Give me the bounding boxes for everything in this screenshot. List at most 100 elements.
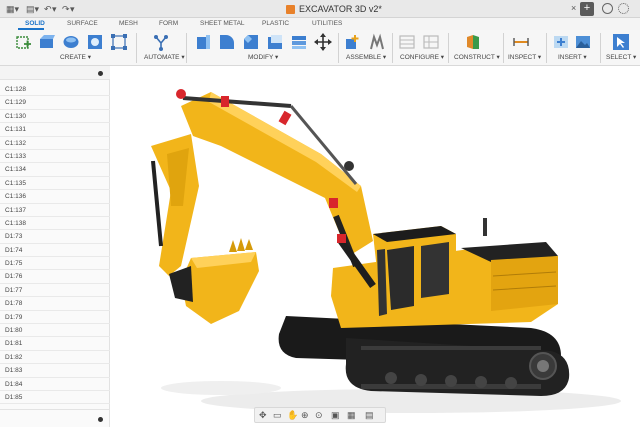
select-menu[interactable]: SELECT ▾ (606, 53, 636, 62)
pattern-icon[interactable] (110, 33, 128, 51)
move-icon[interactable] (314, 33, 332, 51)
app-menu-icon[interactable]: ▦▾ (6, 3, 19, 15)
fillet-icon[interactable] (218, 33, 236, 51)
ribbon-separator (392, 33, 393, 63)
ribbon-separator (546, 33, 547, 63)
browser-item[interactable]: D1:77 (0, 284, 110, 298)
insert-derive-icon[interactable] (552, 33, 570, 51)
browser-item[interactable]: D1:78 (0, 297, 110, 311)
insert-image-icon[interactable] (574, 33, 592, 51)
component-tree: C1:128 C1:129 C1:130 C1:131 C1:132 C1:133 C1:1… (0, 83, 110, 405)
tab-surface[interactable]: SURFACE (67, 19, 98, 29)
grid-settings-icon[interactable]: ▦ (347, 410, 356, 421)
pin-icon[interactable] (98, 417, 103, 422)
configuration-table-icon[interactable] (422, 33, 440, 51)
counterweight (491, 256, 558, 311)
browser-item[interactable]: D1:73 (0, 230, 110, 244)
tab-plastic[interactable]: PLASTIC (262, 19, 289, 29)
browser-item[interactable]: D1:80 (0, 324, 110, 338)
browser-item[interactable]: C1:131 (0, 123, 110, 137)
tab-mesh[interactable]: MESH (119, 19, 138, 29)
browser-item[interactable]: C1:128 (0, 83, 110, 97)
ribbon-separator (136, 33, 137, 63)
workspace-tabs: SOLID SURFACE MESH FORM SHEET METAL PLAS… (0, 18, 640, 30)
tab-form[interactable]: FORM (159, 19, 178, 29)
browser-item[interactable]: C1:133 (0, 150, 110, 164)
browser-item[interactable]: C1:132 (0, 137, 110, 150)
browser-item[interactable]: C1:130 (0, 110, 110, 124)
pin-icon[interactable] (98, 71, 103, 76)
browser-item[interactable]: C1:135 (0, 177, 110, 191)
new-tab-button[interactable]: + (580, 2, 594, 16)
combine-icon[interactable] (290, 33, 308, 51)
insert-menu[interactable]: INSERT ▾ (558, 53, 587, 62)
canvas-viewport[interactable] (111, 66, 640, 427)
browser-item[interactable]: C1:138 (0, 217, 110, 231)
zoom-icon[interactable]: ⊕ (301, 410, 309, 421)
hole-icon[interactable] (86, 33, 104, 51)
browser-item[interactable]: C1:134 (0, 163, 110, 177)
ribbon-separator (600, 33, 601, 63)
fit-icon[interactable]: ⊙ (315, 410, 323, 421)
undo-dropdown-icon[interactable]: ▾ (52, 3, 57, 15)
cab-window-front (387, 246, 414, 310)
measure-icon[interactable] (512, 33, 530, 51)
automate-icon[interactable] (152, 33, 170, 51)
browser-item[interactable]: D1:75 (0, 257, 110, 271)
job-status-icon[interactable] (618, 3, 629, 14)
browser-item[interactable]: C1:136 (0, 190, 110, 204)
document-tab[interactable]: EXCAVATOR 3D v2* (286, 3, 382, 15)
browser-item[interactable]: D1:85 (0, 391, 110, 405)
orbit-icon[interactable]: ✥ (259, 410, 267, 421)
ribbon-separator (448, 33, 449, 63)
excavator-model[interactable] (111, 66, 640, 427)
document-icon (286, 4, 295, 14)
file-menu-icon[interactable]: ▤▾ (26, 3, 39, 15)
display-settings-icon[interactable]: ▣ (331, 410, 340, 421)
close-tab-icon[interactable]: × (571, 3, 576, 13)
configure-icon[interactable] (398, 33, 416, 51)
pan-icon[interactable]: ✋ (287, 410, 298, 421)
select-icon[interactable] (612, 33, 630, 51)
browser-item[interactable]: D1:82 (0, 351, 110, 365)
viewports-icon[interactable]: ▤ (365, 410, 374, 421)
extensions-icon[interactable] (602, 3, 613, 14)
create-menu[interactable]: CREATE ▾ (60, 53, 91, 62)
automate-menu[interactable]: AUTOMATE ▾ (144, 53, 185, 62)
chamfer-icon[interactable] (242, 33, 260, 51)
browser-item[interactable]: D1:79 (0, 311, 110, 325)
browser-item[interactable]: C1:129 (0, 96, 110, 110)
ribbon-separator (503, 33, 504, 63)
redo-icon[interactable]: ↷ (62, 3, 70, 15)
modify-menu[interactable]: MODIFY ▾ (248, 53, 278, 62)
assemble-menu[interactable]: ASSEMBLE ▾ (346, 53, 386, 62)
browser-item[interactable]: C1:137 (0, 204, 110, 217)
browser-item[interactable]: D1:76 (0, 270, 110, 284)
ribbon-separator (186, 33, 187, 63)
undo-icon[interactable]: ↶ (44, 3, 52, 15)
browser-item[interactable]: D1:84 (0, 378, 110, 391)
browser-item[interactable]: D1:81 (0, 337, 110, 351)
comments-bar (0, 409, 110, 427)
configure-menu[interactable]: CONFIGURE ▾ (400, 53, 444, 62)
title-bar: ▦▾ ▤▾ ↶ ▾ ↷ ▾ EXCAVATOR 3D v2* × + (0, 0, 640, 18)
create-sketch-icon[interactable] (14, 33, 32, 51)
tab-utilities[interactable]: UTILITIES (312, 19, 342, 29)
inspect-menu[interactable]: INSPECT ▾ (508, 53, 541, 62)
joint-icon[interactable] (368, 33, 386, 51)
shell-icon[interactable] (266, 33, 284, 51)
offset-plane-icon[interactable] (464, 33, 482, 51)
navigation-bar: ✥ ▭ ✋ ⊕ ⊙ ▣ ▦ ▤ (254, 407, 386, 423)
revolve-icon[interactable] (62, 33, 80, 51)
toolbar-ribbon: CREATE ▾ AUTOMATE ▾ MODIFY ▾ ASSEMBLE ▾ (0, 30, 640, 66)
new-component-icon[interactable] (344, 33, 362, 51)
construct-menu[interactable]: CONSTRUCT ▾ (454, 53, 500, 62)
redo-dropdown-icon[interactable]: ▾ (70, 3, 75, 15)
browser-item[interactable]: D1:83 (0, 364, 110, 378)
press-pull-icon[interactable] (194, 33, 212, 51)
bucket-teeth (229, 238, 253, 252)
tab-sheet-metal[interactable]: SHEET METAL (200, 19, 245, 29)
browser-item[interactable]: D1:74 (0, 244, 110, 258)
look-at-icon[interactable]: ▭ (273, 410, 282, 421)
extrude-icon[interactable] (38, 33, 56, 51)
